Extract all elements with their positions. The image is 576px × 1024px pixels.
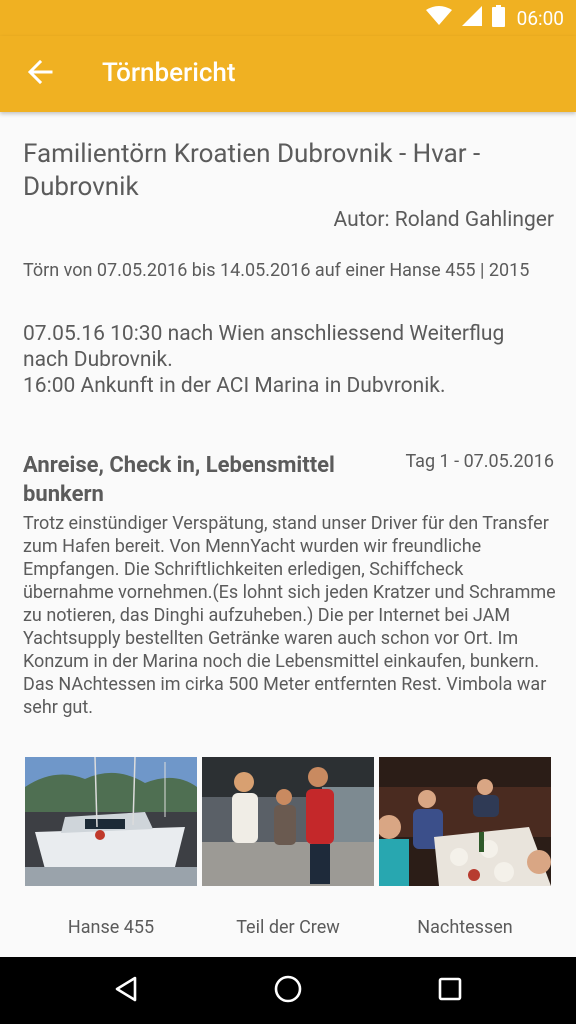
report-author: Autor: Roland Gahlinger [333,208,554,232]
home-circle-icon [273,974,303,1008]
back-button[interactable] [20,54,60,94]
status-icons: 06:00 [425,5,564,31]
nav-recents-button[interactable] [430,971,470,1011]
day-text: Trotz einstündiger Verspätung, stand uns… [23,513,556,718]
battery-icon [491,5,505,31]
nav-home-button[interactable] [268,971,308,1011]
app-bar: Törnbericht [0,36,576,112]
app-title: Törnbericht [102,58,236,88]
nav-back-button[interactable] [106,971,146,1011]
day-date: Tag 1 - 07.05.2016 [405,451,554,472]
navigation-bar [0,957,576,1024]
wifi-icon [425,6,452,30]
photo-dinner[interactable] [379,757,551,886]
report-intro: 07.05.16 10:30 nach Wien anschliessend W… [23,322,505,398]
signal-icon [461,6,482,30]
status-bar: 06:00 [0,0,576,36]
status-time: 06:00 [516,6,564,30]
trip-info: Törn von 07.05.2016 bis 14.05.2016 auf e… [23,260,530,281]
arrow-back-icon [27,59,53,88]
recents-square-icon [437,976,463,1006]
photo-hanse-455[interactable] [25,757,197,886]
report-title: Familientörn Kroatien Dubrovnik - Hvar -… [23,139,481,202]
photo-caption: Teil der Crew [236,917,340,938]
photo-crew[interactable] [202,757,374,886]
day-title: Anreise, Check in, Lebensmittel bunkern [23,453,335,507]
photo-caption: Nachtessen [417,917,513,938]
back-triangle-icon [113,975,139,1007]
photo-caption: Hanse 455 [67,917,155,938]
